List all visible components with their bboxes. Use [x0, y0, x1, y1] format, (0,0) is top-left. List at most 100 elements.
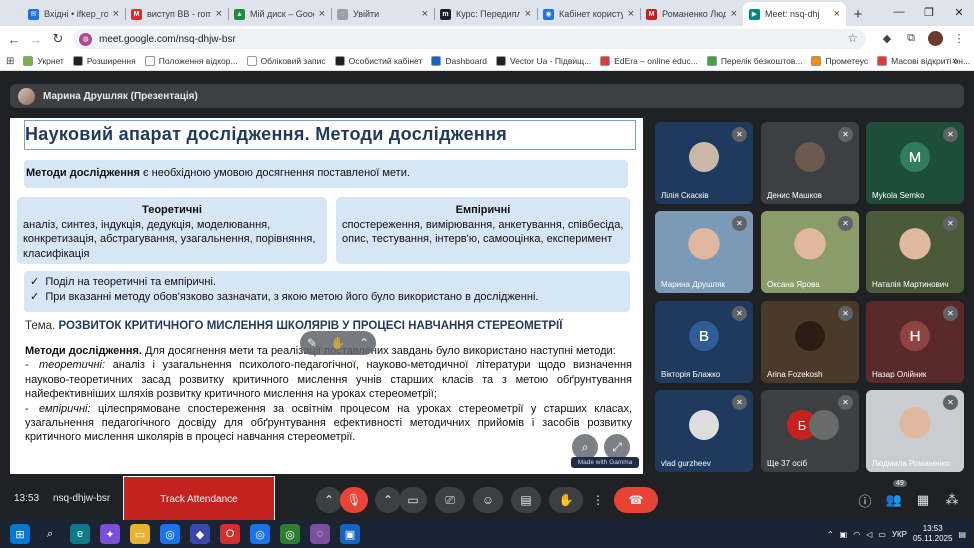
explorer-icon[interactable]: ▭: [130, 524, 150, 544]
raise-hand-icon[interactable]: ✋: [549, 487, 583, 513]
participant-name: Ще 37 осіб: [767, 459, 808, 468]
muted-mic-icon: ✕: [943, 127, 958, 142]
extension-icon[interactable]: ◆: [878, 29, 896, 47]
browser-tab[interactable]: ◌ Увійти ×: [331, 2, 434, 26]
chrome-icon[interactable]: ◎: [160, 524, 180, 544]
app-icon[interactable]: ◆: [190, 524, 210, 544]
browser-tab[interactable]: ◉ Кабінет користувач ×: [537, 2, 640, 26]
emoji-icon[interactable]: ☺: [473, 487, 503, 513]
profile-avatar[interactable]: [926, 29, 944, 47]
taskbar-clock[interactable]: 13:53 05.11.2025: [913, 524, 952, 544]
mic-options-button[interactable]: ⌃: [316, 487, 342, 513]
bookmark-icon: [811, 56, 822, 66]
tab-close-icon[interactable]: ×: [319, 8, 325, 20]
people-icon[interactable]: 👥: [884, 490, 904, 510]
bookmark-item[interactable]: Vector Ua - Підвищ...: [495, 56, 591, 66]
captions-icon[interactable]: ▤: [511, 487, 541, 513]
tab-close-icon[interactable]: ×: [113, 8, 119, 20]
forward-icon[interactable]: →: [25, 28, 47, 50]
more-options-icon[interactable]: ⋮: [588, 487, 608, 513]
notifications-icon[interactable]: ▤: [958, 530, 966, 539]
chrome-active-icon[interactable]: ◎: [250, 524, 270, 544]
menu-kebab-icon[interactable]: ⋮: [950, 29, 968, 47]
edge-icon[interactable]: e: [70, 524, 90, 544]
browser-tab[interactable]: m Курс: Передиплом ×: [434, 2, 537, 26]
pen-off-icon[interactable]: ✎: [307, 336, 317, 350]
participant-tile[interactable]: ✕ vlad gurzheev: [655, 390, 753, 472]
participant-tile[interactable]: ✕ Марина Друшляк: [655, 211, 753, 293]
participant-tile[interactable]: ✕ Arina Fozekosh: [761, 301, 859, 383]
cam-options-button[interactable]: ⌃: [375, 487, 401, 513]
participant-tile[interactable]: M ✕ Mykola Semko: [866, 122, 964, 204]
start-icon[interactable]: ⊞: [10, 524, 30, 544]
bookmark-item[interactable]: Особистий кабінет: [334, 56, 422, 66]
bookmark-item[interactable]: EdEra – online educ...: [600, 56, 698, 66]
maximize-icon[interactable]: ❐: [914, 0, 944, 24]
browser-tab[interactable]: ▲ Мій диск – Google ×: [228, 2, 331, 26]
url-text: meet.google.com/nsq-dhjw-bsr: [99, 33, 236, 45]
more-icon[interactable]: ⌃: [359, 336, 369, 350]
copilot-icon[interactable]: ✦: [100, 524, 120, 544]
browser-tab[interactable]: ✉ Вхідні • ifkep_rom ×: [22, 2, 125, 26]
hand-off-icon[interactable]: ✋: [331, 336, 346, 350]
new-tab-icon[interactable]: +: [846, 2, 870, 26]
tray-app-icon[interactable]: ▣: [840, 530, 848, 539]
browser-tab[interactable]: ▶ Meet: nsq-dhj ×: [743, 2, 846, 26]
participant-tile[interactable]: ✕ Наталія Мартинович: [866, 211, 964, 293]
tab-close-icon[interactable]: ×: [525, 8, 531, 20]
battery-icon[interactable]: ▭: [878, 530, 886, 539]
participant-tile[interactable]: В ✕ Вікторія Блажко: [655, 301, 753, 383]
participant-tile[interactable]: ✕ Лілія Скасків: [655, 122, 753, 204]
present-screen-icon[interactable]: ⎚: [435, 487, 465, 513]
bookmark-item[interactable]: Обліковий запис: [246, 56, 326, 66]
participant-tile[interactable]: ✕ Людмила Романенко: [866, 390, 964, 472]
bookmark-item[interactable]: Укрнет: [23, 56, 64, 66]
back-icon[interactable]: ←: [3, 28, 25, 50]
chat-icon[interactable]: ▦: [913, 490, 933, 510]
browser-tab[interactable]: Mвиступ ВВ - romar ×: [125, 2, 228, 26]
participant-tile[interactable]: Н ✕ Назар Олійник: [866, 301, 964, 383]
search-icon[interactable]: ⌕: [40, 524, 60, 544]
bookmark-item[interactable]: Положення відкор...: [144, 56, 238, 66]
participant-photo: [689, 142, 719, 172]
tab-close-icon[interactable]: ×: [834, 8, 840, 20]
tray-chevron-icon[interactable]: ⌃: [827, 530, 834, 539]
tab-title: виступ ВВ - romar: [147, 9, 211, 19]
bookmark-item[interactable]: Розширення: [72, 56, 136, 66]
language-indicator[interactable]: УКР: [892, 530, 907, 539]
tab-close-icon[interactable]: ×: [731, 8, 737, 20]
app2-icon[interactable]: ▣: [340, 524, 360, 544]
site-info-icon[interactable]: ◍: [79, 32, 92, 46]
participant-tile[interactable]: ✕ Оксана Ярова: [761, 211, 859, 293]
viber-icon[interactable]: ◌: [310, 524, 330, 544]
bookmark-item[interactable]: Перелік безкоштов...: [706, 56, 802, 66]
extensions-puzzle-icon[interactable]: ⧉: [902, 29, 920, 47]
presenter-avatar: [18, 87, 35, 105]
tab-close-icon[interactable]: ×: [216, 8, 222, 20]
opera-icon[interactable]: O: [220, 524, 240, 544]
track-attendance-button[interactable]: Track Attendance: [123, 476, 275, 522]
reload-icon[interactable]: ↻: [47, 28, 69, 50]
url-bar[interactable]: ◍ meet.google.com/nsq-dhjw-bsr ☆: [73, 29, 866, 49]
wifi-icon[interactable]: ◠: [853, 530, 860, 539]
apps-grid-icon[interactable]: ⊞: [6, 56, 14, 67]
tab-close-icon[interactable]: ×: [422, 8, 428, 20]
participant-tile[interactable]: Б ✕ Ще 37 осіб: [761, 390, 859, 472]
chrome-profile-icon[interactable]: ◎: [280, 524, 300, 544]
volume-icon[interactable]: ◁: [866, 530, 872, 539]
minimize-icon[interactable]: —: [884, 0, 914, 24]
leave-call-icon[interactable]: ☎: [614, 487, 658, 513]
tab-close-icon[interactable]: ×: [628, 8, 634, 20]
bookmark-star-icon[interactable]: ☆: [847, 31, 858, 45]
participant-tile[interactable]: ✕ Денис Машков: [761, 122, 859, 204]
mic-muted-icon[interactable]: 🎙: [340, 487, 368, 513]
more-bookmarks-icon[interactable]: »: [952, 55, 958, 67]
muted-mic-icon: ✕: [732, 395, 747, 410]
browser-tab[interactable]: M Романенко Людм ×: [640, 2, 743, 26]
close-window-icon[interactable]: ✕: [944, 0, 974, 24]
camera-icon[interactable]: ▭: [399, 487, 427, 513]
activities-icon[interactable]: ⁂: [942, 490, 962, 510]
info-icon[interactable]: ⓘ: [855, 490, 875, 510]
bookmark-item[interactable]: Прометеус: [811, 56, 868, 66]
bookmark-item[interactable]: Dashboard: [431, 56, 487, 66]
